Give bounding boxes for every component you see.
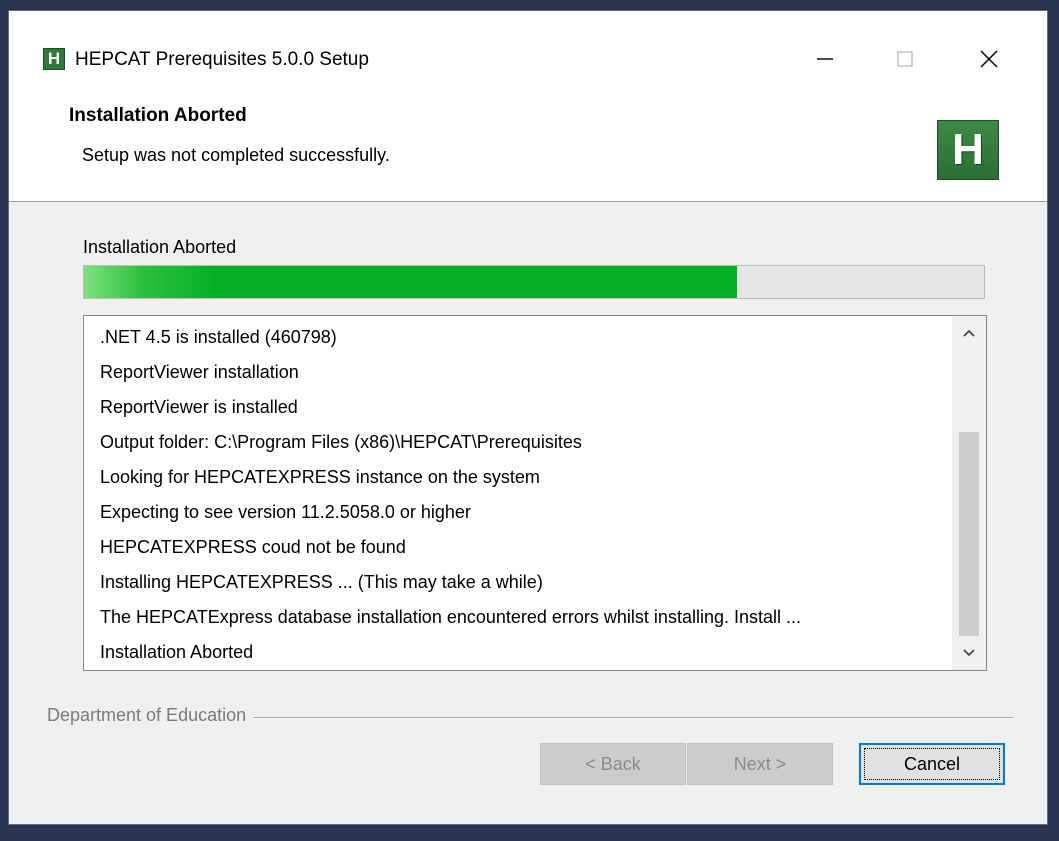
back-button-label: < Back <box>585 753 641 774</box>
back-button[interactable]: < Back <box>540 743 686 785</box>
minimize-button[interactable] <box>795 39 855 79</box>
progress-bar <box>83 265 985 299</box>
wizard-header: Installation Aborted Setup was not compl… <box>9 87 1047 202</box>
maximize-icon <box>897 51 913 67</box>
close-icon <box>980 50 998 68</box>
log-line: ReportViewer is installed <box>100 397 298 417</box>
log-line: HEPCATEXPRESS coud not be found <box>100 537 406 557</box>
log-line: Installing HEPCATEXPRESS ... (This may t… <box>100 572 543 592</box>
scroll-down-button[interactable] <box>952 636 986 670</box>
progress-bar-fill <box>84 266 737 298</box>
scroll-thumb[interactable] <box>959 432 979 636</box>
log-line: Output folder: C:\Program Files (x86)\HE… <box>100 432 582 452</box>
maximize-button[interactable] <box>875 39 935 79</box>
next-button-label: Next > <box>733 753 787 774</box>
scroll-up-button[interactable] <box>952 316 986 350</box>
page-subtitle: Setup was not completed successfully. <box>82 145 390 165</box>
app-icon: H <box>43 48 65 70</box>
cancel-button-label: Cancel <box>903 753 961 774</box>
status-label: Installation Aborted <box>83 237 237 257</box>
log-line: .NET 4.5 is installed (460798) <box>100 327 337 347</box>
log-list: .NET 4.5 is installed (460798) ReportView… <box>100 320 950 670</box>
log-line: The HEPCATExpress database installation … <box>100 607 801 627</box>
log-line: Expecting to see version 11.2.5058.0 or … <box>100 502 471 522</box>
close-button[interactable] <box>959 39 1019 79</box>
cancel-button[interactable]: Cancel <box>859 743 1005 785</box>
title-bar[interactable]: H HEPCAT Prerequisites 5.0.0 Setup <box>9 11 1047 87</box>
hepcat-logo: H <box>937 120 999 180</box>
setup-window: H HEPCAT Prerequisites 5.0.0 Setup Insta… <box>8 10 1048 825</box>
next-button[interactable]: Next > <box>687 743 833 785</box>
install-log[interactable]: .NET 4.5 is installed (460798) ReportView… <box>83 315 987 671</box>
window-title: HEPCAT Prerequisites 5.0.0 Setup <box>75 49 369 70</box>
log-line: Looking for HEPCATEXPRESS instance on th… <box>100 467 540 487</box>
log-line: ReportViewer installation <box>100 362 299 382</box>
footer-brand: Department of Education <box>47 705 255 726</box>
page-title: Installation Aborted <box>69 105 247 126</box>
minimize-icon <box>817 58 833 60</box>
log-line: Installation Aborted <box>100 642 254 662</box>
chevron-up-icon <box>963 329 975 337</box>
chevron-down-icon <box>963 649 975 657</box>
log-scrollbar[interactable] <box>952 316 986 670</box>
